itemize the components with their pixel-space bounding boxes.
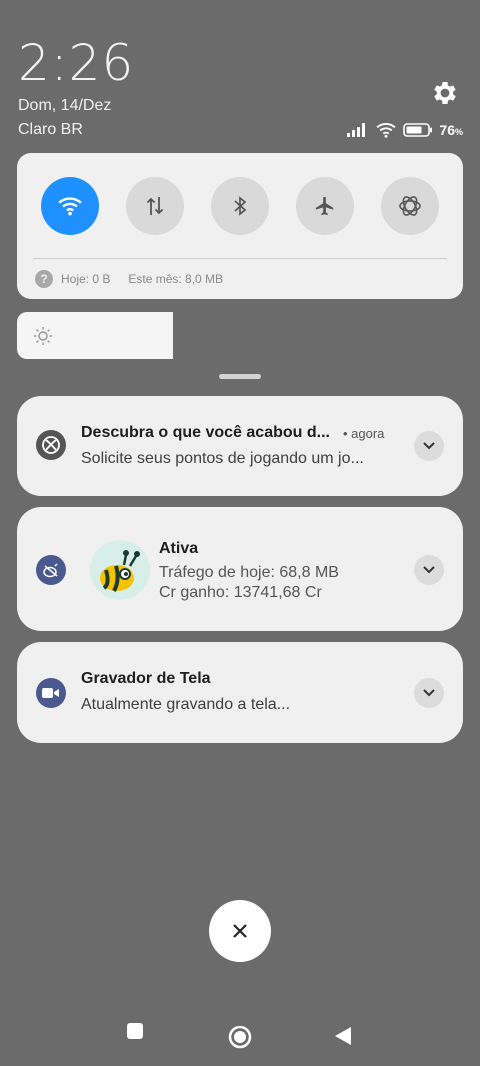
home-button[interactable] [228, 1025, 252, 1049]
data-usage-month: Este mês: 8,0 MB [128, 272, 224, 286]
clear-notifications-button[interactable] [209, 900, 271, 962]
video-camera-icon [36, 678, 66, 708]
quick-settings-panel: ? Hoje: 0 B Este mês: 8,0 MB [17, 153, 463, 299]
notification-time: • agora [343, 426, 385, 441]
clock-time: 2:26 [18, 34, 135, 92]
sun-icon [34, 327, 52, 345]
status-icons: 76% [347, 120, 463, 140]
notification-line-traffic: Tráfego de hoje: 68,8 MB [159, 564, 339, 581]
wifi-status-icon [376, 123, 396, 138]
chevron-down-icon [423, 689, 435, 697]
expand-button[interactable] [414, 555, 444, 585]
mobile-data-toggle[interactable] [126, 177, 184, 235]
battery-icon [403, 123, 433, 137]
openai-app-toggle[interactable] [381, 177, 439, 235]
recents-button[interactable] [126, 1022, 144, 1040]
openai-icon [399, 196, 421, 216]
notification-text: Solicite seus pontos de jogando um jo... [81, 450, 364, 467]
bee-app-icon [90, 540, 150, 600]
bluetooth-icon [234, 196, 247, 216]
drag-handle[interactable] [219, 374, 261, 379]
back-button[interactable] [334, 1026, 352, 1046]
wifi-icon [58, 197, 82, 216]
battery-percent: 76% [439, 122, 463, 138]
notification-ativa[interactable]: Ativa Tráfego de hoje: 68,8 MB Cr ganho:… [17, 507, 463, 631]
xbox-icon [36, 430, 66, 460]
airplane-toggle[interactable] [296, 177, 354, 235]
bluetooth-toggle[interactable] [211, 177, 269, 235]
expand-button[interactable] [414, 431, 444, 461]
notification-xbox[interactable]: Descubra o que você acabou d... • agora … [17, 396, 463, 496]
data-usage-row: ? Hoje: 0 B Este mês: 8,0 MB [35, 270, 223, 288]
date-label: Dom, 14/Dez [18, 97, 112, 114]
airplane-icon [315, 196, 334, 216]
notification-title: Gravador de Tela [81, 670, 211, 687]
signal-icon [347, 123, 366, 137]
chevron-down-icon [423, 442, 435, 450]
chevron-down-icon [423, 566, 435, 574]
qs-divider [33, 258, 447, 259]
close-icon [233, 924, 247, 938]
bee-small-icon [36, 555, 66, 585]
notification-title: Descubra o que você acabou d... [81, 424, 330, 441]
expand-button[interactable] [414, 678, 444, 708]
data-arrows-icon [146, 197, 164, 215]
gear-icon[interactable] [430, 78, 460, 108]
notification-line-credits: Cr ganho: 13741,68 Cr [159, 584, 322, 601]
question-icon: ? [35, 270, 53, 288]
notification-text: Atualmente gravando a tela... [81, 696, 291, 713]
carrier-label: Claro BR [18, 121, 83, 138]
notification-title: Ativa [159, 540, 199, 557]
data-usage-today: Hoje: 0 B [61, 272, 111, 286]
notification-screen-recorder[interactable]: Gravador de Tela Atualmente gravando a t… [17, 642, 463, 743]
wifi-toggle[interactable] [41, 177, 99, 235]
brightness-slider[interactable] [17, 312, 463, 359]
